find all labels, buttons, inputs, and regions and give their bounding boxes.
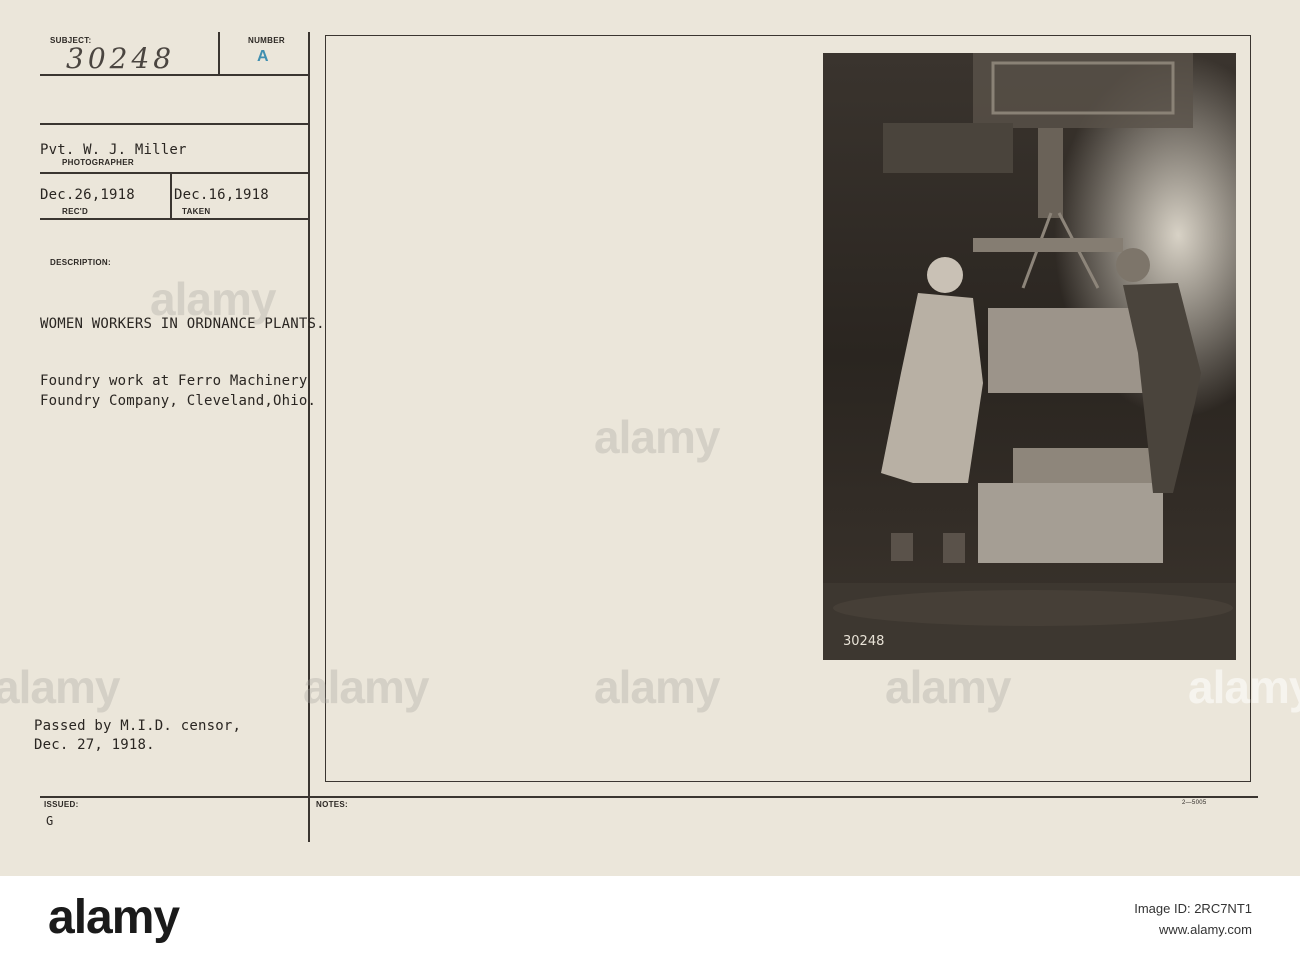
watermark-top-left: alamy xyxy=(150,273,276,325)
foundry-photo-drawing: 30248 xyxy=(823,53,1236,660)
footer-image-info: Image ID: 2RC7NT1 www.alamy.com xyxy=(1134,898,1252,940)
stock-footer xyxy=(0,876,1300,965)
footer-site-link[interactable]: www.alamy.com xyxy=(1134,919,1252,940)
rule-dates xyxy=(40,218,308,220)
rule-top-section xyxy=(40,123,308,125)
watermark-bottom-left: alamy xyxy=(0,661,120,713)
taken-date: Dec.16,1918 xyxy=(174,187,269,203)
number-label: NUMBER xyxy=(248,36,285,45)
watermark-bottom-center: alamy xyxy=(303,661,429,713)
watermark-bottom-right: alamy xyxy=(885,661,1011,713)
issued-value: G xyxy=(46,814,54,828)
description-line-1: Foundry work at Ferro Machinery xyxy=(40,373,308,389)
received-label: REC'D xyxy=(62,207,89,216)
foundry-photo: 30248 xyxy=(823,53,1236,660)
footer-image-id: Image ID: 2RC7NT1 xyxy=(1134,901,1252,916)
photo-negative-number: 30248 xyxy=(843,634,884,649)
rule-photographer xyxy=(40,172,308,174)
description-label: DESCRIPTION: xyxy=(50,258,111,267)
watermark-bottom-middle: alamy xyxy=(594,661,720,713)
divider-dates xyxy=(170,172,172,218)
watermark-center: alamy xyxy=(594,411,720,463)
divider-subject-number xyxy=(218,32,220,74)
footer-logo[interactable]: alamy xyxy=(48,890,180,945)
subject-number: 30248 xyxy=(66,42,176,75)
taken-label: TAKEN xyxy=(182,207,211,216)
photographer-label: PHOTOGRAPHER xyxy=(62,158,134,167)
censor-line-2: Dec. 27, 1918. xyxy=(34,737,155,753)
notes-label: NOTES: xyxy=(316,800,349,809)
form-number: 2—5005 xyxy=(1182,800,1207,806)
issued-label: ISSUED: xyxy=(44,800,79,809)
watermark-photo: alamy xyxy=(1188,661,1300,713)
description-line-2: Foundry Company, Cleveland,Ohio. xyxy=(40,393,317,409)
divider-vertical-main xyxy=(308,32,310,842)
number-value: A xyxy=(257,48,269,65)
received-date: Dec.26,1918 xyxy=(40,187,135,203)
censor-line-1: Passed by M.I.D. censor, xyxy=(34,718,242,734)
photographer-name: Pvt. W. J. Miller xyxy=(40,142,187,158)
rule-issued xyxy=(40,796,1258,798)
